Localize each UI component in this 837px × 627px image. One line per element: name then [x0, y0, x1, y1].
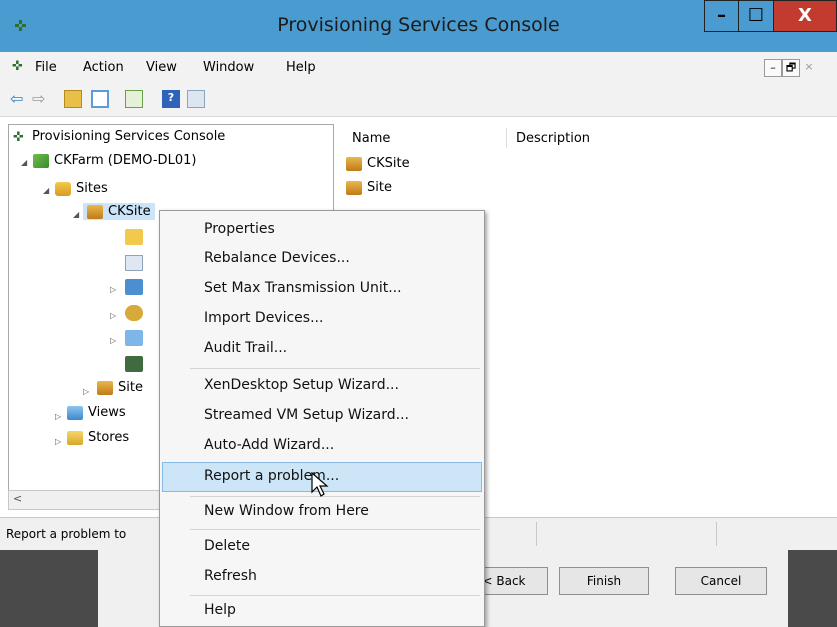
status-text: Report a problem to: [6, 527, 127, 541]
site-icon: [346, 180, 362, 195]
back-arrow-icon[interactable]: ⇦: [10, 89, 23, 108]
menu-help[interactable]: Help: [286, 60, 316, 75]
expand-arrow-icon[interactable]: ▷: [83, 387, 89, 396]
cancel-button[interactable]: Cancel: [675, 567, 767, 595]
tree-item-farm[interactable]: CKFarm (DEMO-DL01): [33, 153, 196, 168]
farm-icon: [33, 153, 49, 168]
finish-button[interactable]: Finish: [559, 567, 649, 595]
title-bar[interactable]: ✜ Provisioning Services Console – ☐ X: [0, 0, 837, 52]
tree-item-root[interactable]: ✜ Provisioning Services Console: [13, 129, 226, 145]
column-header-description[interactable]: Description: [516, 131, 590, 146]
tree-item-sites[interactable]: Sites: [55, 181, 108, 196]
list-item-label: CKSite: [367, 156, 410, 171]
menu-bar: ✜ File Action View Window Help – 🗗 ×: [0, 52, 837, 81]
show-tree-icon[interactable]: [91, 90, 109, 108]
list-item[interactable]: CKSite: [346, 156, 410, 171]
views-child-icon[interactable]: [125, 330, 143, 346]
mdi-minimize-button[interactable]: –: [764, 59, 782, 77]
menu-separator: [190, 529, 480, 530]
menu-separator: [190, 595, 480, 596]
expand-arrow-icon[interactable]: ▷: [55, 412, 61, 421]
site-icon: [97, 380, 113, 395]
help-icon[interactable]: ?: [162, 90, 180, 108]
context-menu: Properties Rebalance Devices... Set Max …: [159, 210, 485, 627]
tree-label: Sites: [76, 181, 108, 196]
menu-item-import-devices[interactable]: Import Devices...: [204, 310, 323, 326]
vdisk-update-icon[interactable]: [125, 279, 143, 295]
tree-label: Views: [88, 405, 126, 420]
column-header-name[interactable]: Name: [352, 131, 390, 146]
expand-arrow-icon[interactable]: ▷: [110, 285, 116, 294]
forward-arrow-icon[interactable]: ⇨: [32, 89, 45, 108]
column-divider[interactable]: [506, 128, 507, 148]
status-divider: [716, 522, 717, 546]
menu-item-rebalance-devices[interactable]: Rebalance Devices...: [204, 250, 350, 266]
menu-item-audit-trail[interactable]: Audit Trail...: [204, 340, 287, 356]
expand-arrow-icon[interactable]: ▷: [55, 437, 61, 446]
list-item[interactable]: Site: [346, 180, 392, 195]
menu-separator: [190, 496, 480, 497]
scroll-left-icon[interactable]: <: [13, 492, 22, 505]
app-small-icon: ✜: [12, 59, 23, 74]
properties-icon[interactable]: [187, 90, 205, 108]
menu-item-xendesktop-setup-wizard[interactable]: XenDesktop Setup Wizard...: [204, 377, 399, 393]
tree-label: CKFarm (DEMO-DL01): [54, 153, 197, 168]
list-item-label: Site: [367, 180, 392, 195]
minimize-button[interactable]: –: [704, 0, 739, 32]
collapse-arrow-icon[interactable]: ◢: [43, 186, 49, 195]
expand-arrow-icon[interactable]: ▷: [110, 311, 116, 320]
menu-item-refresh[interactable]: Refresh: [204, 568, 257, 584]
toolbar: ⇦ ⇨ ?: [0, 81, 837, 117]
tree-item-site[interactable]: Site: [97, 380, 143, 395]
menu-action[interactable]: Action: [83, 60, 124, 75]
servers-icon[interactable]: [125, 229, 143, 245]
mdi-restore-button[interactable]: 🗗: [782, 59, 800, 77]
vdisk-pool-icon[interactable]: [125, 255, 143, 271]
views-icon: [67, 405, 83, 420]
tree-label: Provisioning Services Console: [32, 129, 226, 144]
up-folder-icon[interactable]: [64, 90, 82, 108]
status-divider: [536, 522, 537, 546]
menu-item-help[interactable]: Help: [204, 602, 236, 618]
tree-item-stores[interactable]: Stores: [67, 430, 129, 445]
maximize-button[interactable]: ☐: [738, 0, 774, 32]
menu-item-set-max-transmission-unit[interactable]: Set Max Transmission Unit...: [204, 280, 402, 296]
hosts-icon[interactable]: [125, 356, 143, 372]
console-icon: ✜: [13, 129, 24, 145]
menu-item-auto-add-wizard[interactable]: Auto-Add Wizard...: [204, 437, 334, 453]
tree-label: Site: [118, 380, 143, 395]
site-icon: [346, 156, 362, 171]
sites-icon: [55, 181, 71, 196]
menu-item-delete[interactable]: Delete: [204, 538, 250, 554]
tree-label: Stores: [88, 430, 130, 445]
menu-item-new-window-from-here[interactable]: New Window from Here: [204, 503, 369, 519]
menu-item-properties[interactable]: Properties: [204, 221, 275, 237]
tree-label: CKSite: [108, 204, 151, 219]
menu-item-streamed-vm-setup-wizard[interactable]: Streamed VM Setup Wizard...: [204, 407, 409, 423]
collapse-arrow-icon[interactable]: ◢: [73, 210, 79, 219]
device-collections-icon[interactable]: [125, 305, 143, 321]
tree-item-views[interactable]: Views: [67, 405, 126, 420]
menu-window[interactable]: Window: [203, 60, 254, 75]
menu-view[interactable]: View: [146, 60, 177, 75]
site-icon: [87, 204, 103, 219]
expand-arrow-icon[interactable]: ▷: [110, 336, 116, 345]
tree-item-cksite[interactable]: CKSite: [83, 203, 155, 220]
close-button[interactable]: X: [773, 0, 837, 32]
menu-separator: [190, 368, 480, 369]
stores-icon: [67, 430, 83, 445]
menu-file[interactable]: File: [35, 60, 57, 75]
mouse-cursor-icon: [311, 472, 329, 497]
export-list-icon[interactable]: [125, 90, 143, 108]
mdi-close-button[interactable]: ×: [800, 59, 818, 77]
collapse-arrow-icon[interactable]: ◢: [21, 158, 27, 167]
